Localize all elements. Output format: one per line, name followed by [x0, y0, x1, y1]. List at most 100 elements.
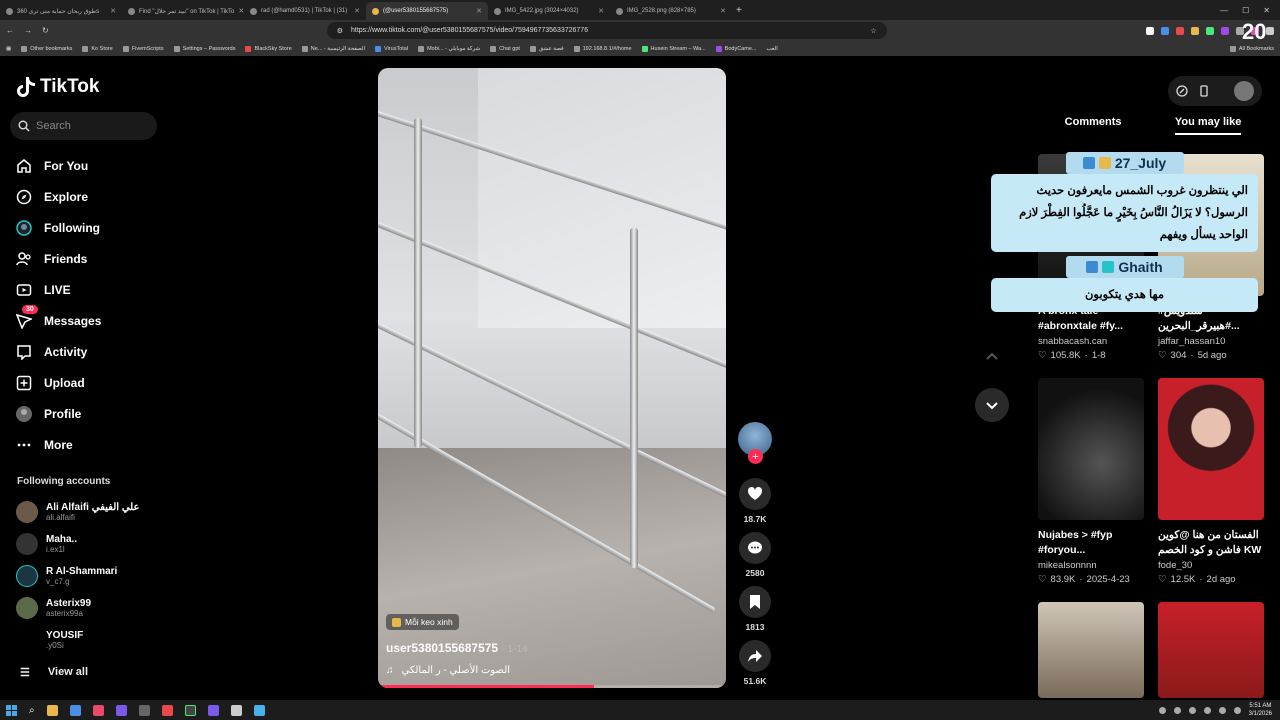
tray-icon[interactable] — [1173, 706, 1181, 714]
forward-icon[interactable]: → — [24, 26, 32, 35]
card-thumbnail[interactable] — [1038, 602, 1144, 698]
app-icon[interactable] — [138, 704, 150, 716]
card-user[interactable]: snabbacash.can — [1038, 336, 1144, 347]
video-progress-bar[interactable] — [378, 685, 726, 688]
apps-grid-icon[interactable]: ▦ — [6, 46, 11, 52]
browser-tab[interactable]: rad (@hamd0531) | TikTok | (31) ✕ — [244, 2, 366, 20]
windows-start-icon[interactable] — [6, 704, 17, 716]
video-sound[interactable]: ♫ الصوت الأصلي - ر المالكي — [386, 665, 510, 676]
extension-icon[interactable] — [1176, 26, 1184, 35]
nav-following[interactable]: Following — [16, 212, 176, 243]
card-user[interactable]: jaffar_hassan10 — [1158, 336, 1264, 347]
following-account[interactable]: Maha.. i.ex1l — [16, 528, 176, 560]
nav-activity[interactable]: Activity — [16, 336, 176, 367]
video-author[interactable]: user5380155687575 · 1-14 — [386, 641, 528, 655]
recommendation-card[interactable]: الفستان من هنا @كوين فاشن و كود الخصم KW… — [1158, 378, 1264, 585]
nav-live[interactable]: LIVE — [16, 274, 176, 305]
comment-button[interactable]: 2580 — [736, 532, 774, 578]
author-name[interactable]: user5380155687575 — [386, 641, 498, 655]
following-account[interactable]: YOUSIF .y0Si — [16, 624, 176, 656]
nav-for-you[interactable]: For You — [16, 150, 176, 181]
next-video-button[interactable] — [975, 388, 1009, 422]
bookmark-item[interactable]: BlackSky Store — [245, 45, 292, 52]
app-icon[interactable] — [161, 704, 173, 716]
menu-icon[interactable] — [1266, 26, 1274, 35]
new-tab-icon[interactable]: + — [736, 5, 742, 16]
nav-messages[interactable]: Messages 30 — [16, 305, 176, 336]
card-user[interactable]: mikealsonnnn — [1038, 560, 1144, 571]
nav-friends[interactable]: Friends — [16, 243, 176, 274]
follow-plus-icon[interactable]: + — [748, 449, 763, 464]
bookmark-item[interactable]: VirusTotal — [375, 45, 408, 52]
phone-icon[interactable] — [1198, 85, 1210, 97]
site-info-icon[interactable]: ⚙ — [337, 27, 343, 35]
bookmark-star-icon[interactable]: ☆ — [870, 27, 876, 35]
tray-icon[interactable] — [1188, 706, 1196, 714]
following-account[interactable]: Ali Alfaifi علي الفيفي ali.alfaifi — [16, 496, 176, 528]
nav-upload[interactable]: Upload — [16, 367, 176, 398]
following-account[interactable]: Asterix99 asterix99a — [16, 592, 176, 624]
bookmark-item[interactable]: BodyCame... — [715, 45, 756, 52]
search-input[interactable]: Search — [10, 112, 157, 140]
extension-icon[interactable] — [1221, 26, 1229, 35]
bookmark-item[interactable]: Other bookmarks — [21, 45, 72, 52]
nav-explore[interactable]: Explore — [16, 181, 176, 212]
browser-tab[interactable]: طوق ربحان حماية متى ترى 360s ✕ — [0, 2, 122, 20]
browser-tab[interactable]: Find "تبيد تمر حلال" on TikTok | TikTo ✕ — [122, 2, 244, 20]
clock[interactable]: 5:51 AM 3/1/2026 — [1249, 702, 1272, 718]
bookmark-item[interactable]: Ko Store — [82, 45, 113, 52]
card-thumbnail[interactable] — [1158, 378, 1264, 520]
extension-icon[interactable] — [1161, 26, 1169, 35]
bookmark-item[interactable]: قصة عشق — [529, 45, 564, 52]
bookmark-item[interactable]: Settings – Passwords — [173, 45, 235, 52]
file-explorer-icon[interactable] — [46, 704, 58, 716]
close-icon[interactable]: ✕ — [720, 7, 726, 15]
tray-icon[interactable] — [1158, 706, 1166, 714]
view-all-button[interactable]: ☰ View all — [20, 666, 88, 679]
previous-video-button[interactable] — [975, 340, 1009, 374]
card-thumbnail[interactable] — [1038, 378, 1144, 520]
omnibox[interactable]: ⚙ https://www.tiktok.com/@user5380155687… — [326, 22, 887, 39]
creator-avatar[interactable]: + — [738, 422, 772, 464]
bookmark-item[interactable]: 192.168.8.1/#/home — [573, 45, 632, 52]
card-user[interactable]: fode_30 — [1158, 560, 1264, 571]
extension-icon[interactable] — [1206, 26, 1214, 35]
wifi-icon[interactable] — [1218, 706, 1226, 714]
close-icon[interactable]: ✕ — [598, 7, 604, 15]
nav-more[interactable]: More — [16, 429, 176, 460]
save-button[interactable]: 1813 — [736, 586, 774, 632]
tab-you-may-like[interactable]: You may like — [1174, 116, 1242, 135]
like-button[interactable]: 18.7K — [736, 478, 774, 524]
close-icon[interactable]: ✕ — [354, 7, 360, 15]
coin-icon[interactable] — [1176, 85, 1188, 97]
tab-comments[interactable]: Comments — [1065, 116, 1122, 135]
nav-profile[interactable]: Profile — [16, 398, 176, 429]
bookmark-item[interactable]: FivemScripts — [122, 45, 164, 52]
discord-icon[interactable] — [115, 704, 127, 716]
bookmark-item[interactable]: العب — [766, 46, 777, 52]
recommendation-card[interactable] — [1158, 602, 1264, 698]
volume-icon[interactable] — [1233, 706, 1241, 714]
chrome-icon[interactable] — [184, 704, 196, 716]
recommendation-card[interactable]: Nujabes > #fyp #foryou... mikealsonnnn ♡… — [1038, 378, 1144, 585]
recommendation-card[interactable] — [1038, 602, 1144, 698]
back-icon[interactable]: ← — [6, 26, 14, 35]
reload-icon[interactable]: ↻ — [42, 26, 49, 35]
browser-tab[interactable]: IMG_5422.jpg (3024×4032) ✕ — [488, 2, 610, 20]
browser-tab[interactable]: IMG_2528.png (828×785) ✕ — [610, 2, 732, 20]
following-account[interactable]: R Al-Shammari v_c7.g — [16, 560, 176, 592]
url-text[interactable]: https://www.tiktok.com/@user538015568757… — [351, 27, 862, 34]
minimize-icon[interactable]: — — [1220, 6, 1228, 15]
browser-tab-active[interactable]: (@user5380155687575) ✕ — [366, 2, 488, 20]
bookmark-item[interactable]: Chat gpt — [490, 45, 520, 52]
video-player[interactable]: Mỗi keo xinh user5380155687575 · 1-14 ♫ ا… — [378, 68, 726, 688]
window-close-icon[interactable]: ✕ — [1263, 6, 1270, 15]
all-bookmarks[interactable]: All Bookmarks — [1229, 45, 1274, 52]
video-tag[interactable]: Mỗi keo xinh — [386, 614, 459, 630]
maximize-icon[interactable]: ☐ — [1242, 6, 1249, 15]
card-thumbnail[interactable] — [1158, 602, 1264, 698]
app-icon[interactable] — [207, 704, 219, 716]
app-icon[interactable] — [230, 704, 242, 716]
bookmark-item[interactable]: Husein Stream – Wa... — [641, 45, 706, 52]
app-icon[interactable] — [92, 704, 104, 716]
